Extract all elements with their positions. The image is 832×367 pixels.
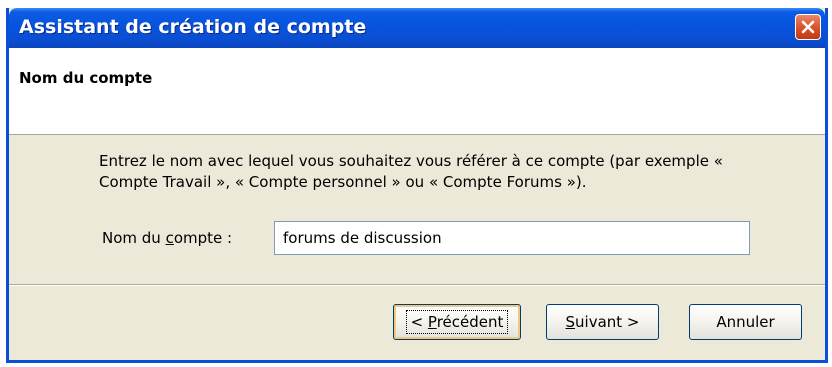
account-wizard-dialog: Assistant de création de compte Nom du c… (6, 8, 828, 363)
close-button[interactable] (795, 14, 821, 40)
cancel-button[interactable]: Annuler (689, 304, 802, 340)
mnemonic: c (165, 229, 174, 247)
next-button[interactable]: Suivant > (546, 304, 659, 340)
wizard-header: Nom du compte (9, 48, 825, 135)
previous-button[interactable]: < Précédent (393, 304, 521, 340)
wizard-content: Entrez le nom avec lequel vous souhaitez… (9, 135, 825, 283)
button-separator (9, 284, 825, 286)
account-name-label: Nom du compte : (102, 229, 233, 247)
page-title: Nom du compte (19, 69, 153, 87)
account-name-input[interactable] (274, 221, 750, 255)
instruction-text: Entrez le nom avec lequel vous souhaitez… (99, 152, 723, 191)
close-icon (801, 20, 815, 34)
window-title: Assistant de création de compte (19, 16, 367, 38)
title-bar[interactable]: Assistant de création de compte (9, 8, 825, 48)
